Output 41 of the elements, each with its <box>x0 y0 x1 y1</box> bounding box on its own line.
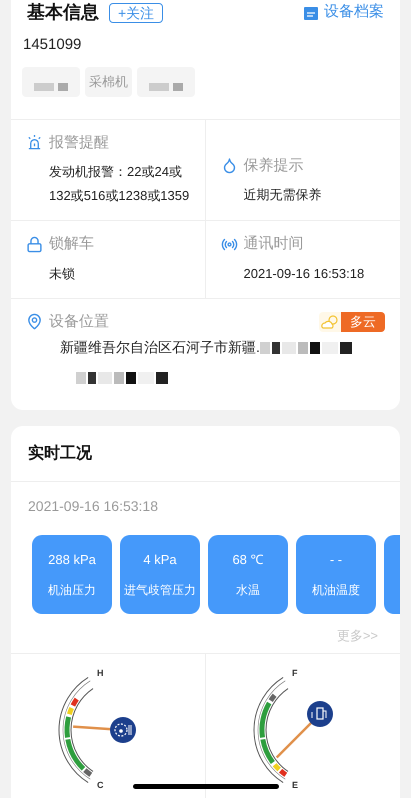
metric-label: 进气歧管压力 <box>124 582 196 600</box>
metric-value: 4 kPa <box>143 550 177 569</box>
status-title: 设备位置 <box>49 312 109 332</box>
status-title: 锁解车 <box>49 234 94 254</box>
metric-value: - - <box>330 550 342 569</box>
lock-icon <box>26 236 43 253</box>
metric-tile[interactable]: - - 机油温度 <box>296 535 376 614</box>
metric-tile[interactable]: 288 kPa 机油压力 <box>32 535 112 614</box>
gauge-label: H <box>96 668 104 678</box>
status-value: 2021-09-16 16:53:18 <box>242 264 366 282</box>
gauge-label: E <box>292 780 298 790</box>
cloud-sun-icon <box>319 312 341 332</box>
siren-icon <box>26 134 43 152</box>
oil-temperature-icon <box>110 717 136 743</box>
fuel-pump-icon <box>306 701 333 727</box>
folder-icon <box>303 4 319 20</box>
status-title: 报警提醒 <box>49 132 109 152</box>
device-id: 1451099 <box>22 35 82 55</box>
status-value: 发动机报警：22或24或132或516或1238或1359 <box>48 163 190 205</box>
metric-label: 机油温度 <box>312 582 360 600</box>
location-pin-icon <box>26 313 43 330</box>
metric-label: 水温 <box>236 582 260 600</box>
follow-button[interactable]: +关注 <box>109 2 164 22</box>
status-value: 未锁 <box>48 264 76 282</box>
status-title: 通讯时间 <box>244 234 304 254</box>
section-title: 实时工况 <box>11 426 400 482</box>
section-title: 基本信息 <box>27 1 99 24</box>
device-tag: 采棉机 <box>85 66 132 96</box>
timestamp: 2021-09-16 16:53:18 <box>27 497 159 516</box>
status-value: 近期无需保养 <box>242 186 322 204</box>
archive-link[interactable]: 设备档案 <box>324 1 384 24</box>
metric-tile[interactable]: 68 ℃ 水温 <box>208 535 288 614</box>
weather-label: 多云 <box>341 312 385 332</box>
metric-value: 288 kPa <box>48 550 96 569</box>
address-text: 新疆维吾尔自治区石河子市新疆. <box>60 338 260 357</box>
status-title: 保养提示 <box>244 156 304 176</box>
metric-tile[interactable]: 4 kPa 进气歧管压力 <box>120 535 200 614</box>
gauge-label: F <box>292 668 298 678</box>
gauge-label: C <box>96 780 104 790</box>
metric-value: 68 ℃ <box>232 550 264 569</box>
metric-label: 机油压力 <box>48 582 96 600</box>
